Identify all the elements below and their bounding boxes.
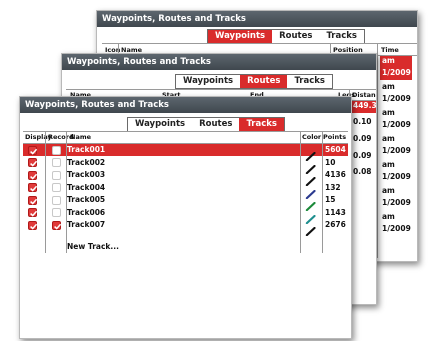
tab-routes[interactable]: Routes [240,75,288,88]
distance-cell: 0.09 [353,151,372,160]
window-title: Waypoints, Routes and Tracks [97,11,417,27]
record-checkbox[interactable] [52,145,61,155]
col-divider [322,131,323,253]
display-checkbox[interactable] [28,183,38,192]
track-name: Track001 [67,145,106,154]
track-points: 4136 [325,170,346,179]
track-color-icon[interactable] [305,221,317,240]
track-points: 10 [325,157,336,167]
time-cell: 1/2009 [382,198,411,207]
time-cell: 1/2009 [380,68,412,80]
track-name: Track002 [67,157,106,167]
track-name: Track005 [67,195,106,204]
display-checkbox[interactable] [28,195,38,205]
record-checkbox[interactable] [52,195,61,205]
time-cell: am [380,56,412,68]
tab-bar: Waypoints Routes Tracks [175,74,333,89]
window-title: Waypoints, Routes and Tracks [20,97,351,113]
track-name: Track004 [67,182,106,192]
display-checkbox[interactable] [28,220,38,230]
time-cell: 1/2009 [382,172,411,181]
display-checkbox[interactable] [28,170,38,180]
tab-tracks[interactable]: Tracks [287,75,332,88]
tab-routes[interactable]: Routes [272,30,319,43]
time-cell: am [382,186,395,195]
tab-tracks[interactable]: Tracks [319,30,364,43]
display-checkbox[interactable] [28,158,38,167]
distance-cell: 0.10 [353,117,372,126]
distance-cell: 0.08 [353,167,372,176]
col-header-color: Color [302,133,322,141]
col-header-distance: Distance (mi) [352,91,376,99]
record-checkbox[interactable] [52,183,61,192]
tab-waypoints[interactable]: Waypoints [208,30,273,43]
tab-bar: Waypoints Routes Tracks [207,29,365,44]
time-cell: am [382,134,395,143]
record-checkbox[interactable] [52,220,62,230]
col-divider [66,131,67,253]
track-points: 2676 [325,220,346,229]
time-cell: 1/2009 [382,120,411,129]
time-cell: am [382,160,395,169]
time-cell: am [382,82,395,91]
distance-cell: 449.3 [351,101,376,113]
tab-bar: Waypoints Routes Tracks [127,117,285,132]
display-checkbox[interactable] [28,145,38,155]
display-checkbox[interactable] [28,208,38,217]
window-title: Waypoints, Routes and Tracks [62,54,376,70]
track-name: Track007 [67,220,106,229]
track-points: 132 [325,182,341,192]
col-header-points: Points [323,133,347,141]
tab-routes[interactable]: Routes [192,118,239,131]
record-checkbox[interactable] [52,208,61,217]
track-points: 5604 [325,145,346,154]
time-cell: 1/2009 [382,94,411,103]
record-checkbox[interactable] [52,158,61,167]
tab-tracks[interactable]: Tracks [239,118,284,131]
tab-waypoints[interactable]: Waypoints [176,75,240,88]
track-name: Track003 [67,170,106,179]
time-cell: 1/2009 [382,146,411,155]
track-points: 15 [325,195,336,204]
col-divider [45,131,46,253]
distance-cell: 0.09 [353,134,372,143]
tracks-window: Waypoints, Routes and Tracks Waypoints R… [19,96,352,339]
track-points: 1143 [325,207,346,217]
tab-waypoints[interactable]: Waypoints [128,118,192,131]
record-checkbox[interactable] [52,170,61,180]
header-top-line [102,43,417,44]
col-header-time: Time [381,46,399,54]
col-header-name: Name [70,133,92,141]
track-name: Track006 [67,207,106,217]
time-cell: 1/2009 [382,224,411,233]
time-cell: am [382,212,395,221]
col-divider [300,131,301,253]
header-top-line [66,89,376,90]
new-track-button[interactable]: New Track... [67,242,119,251]
col-divider [377,43,378,258]
time-cell: am [382,108,395,117]
